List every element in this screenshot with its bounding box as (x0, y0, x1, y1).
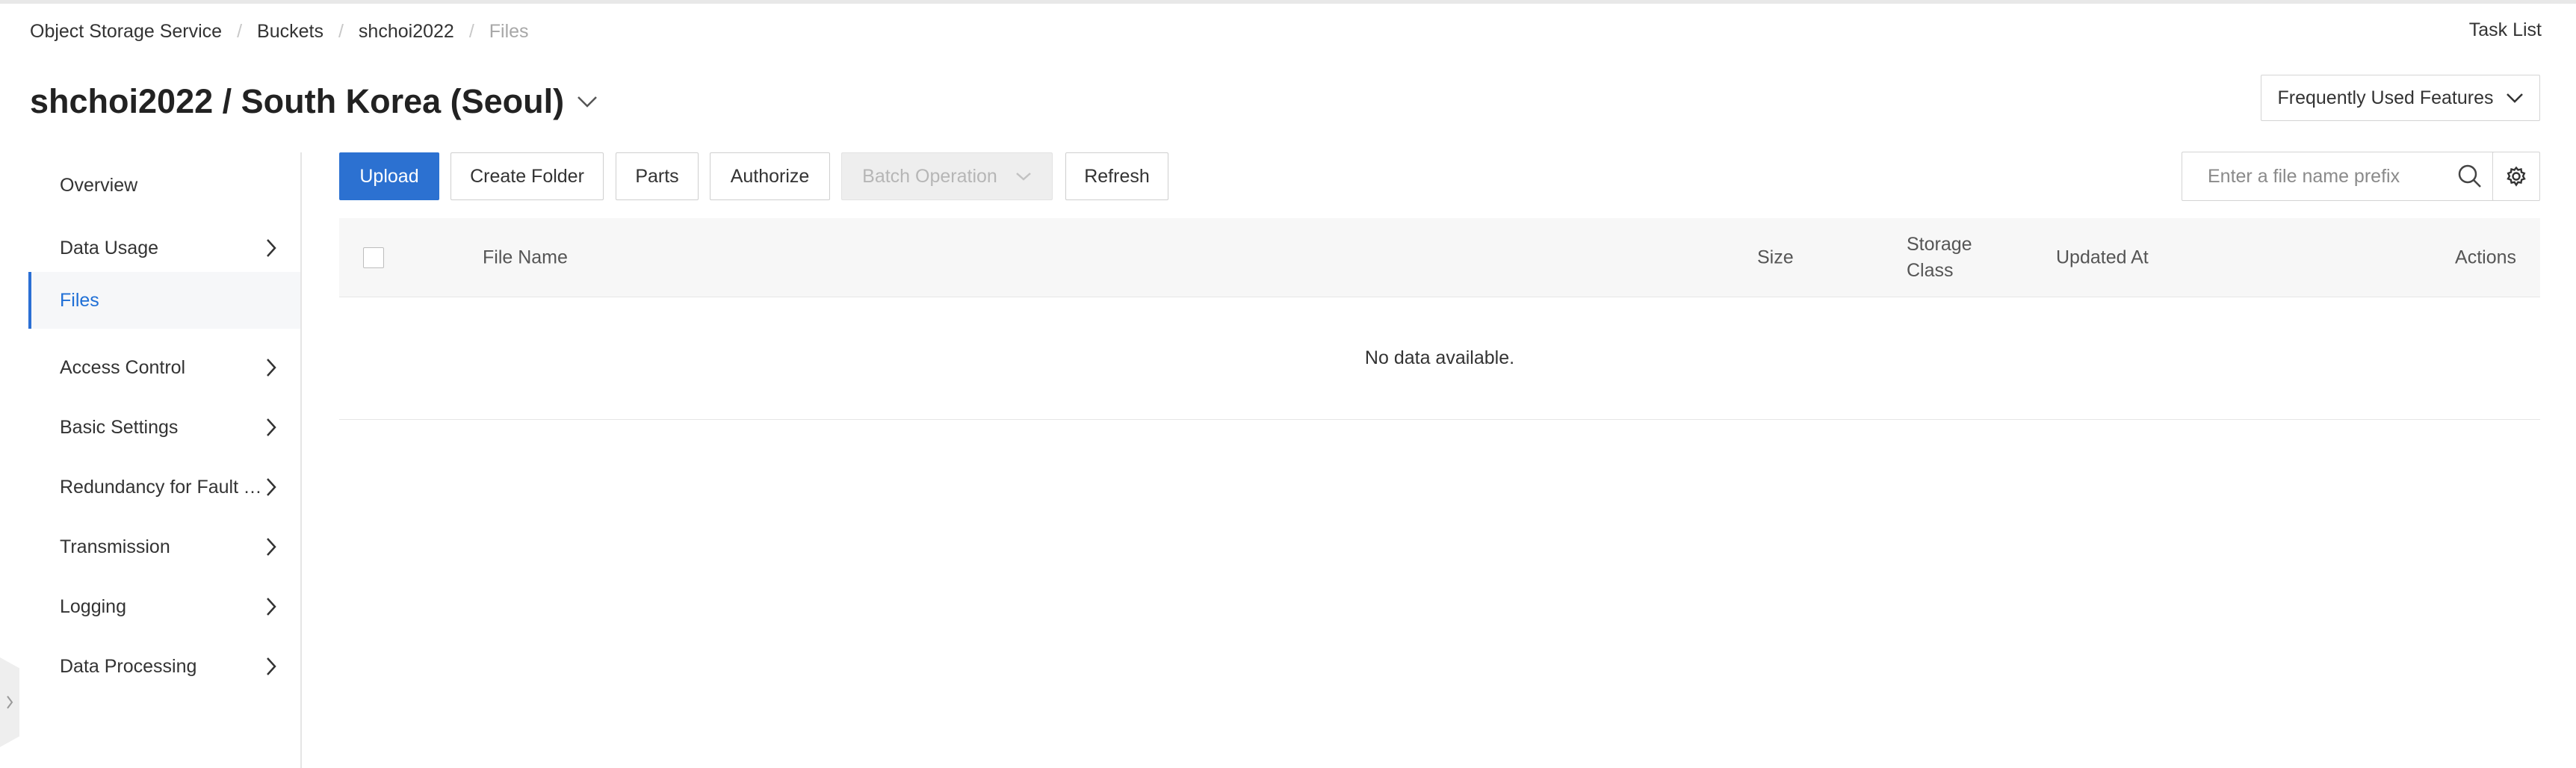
batch-operation-label: Batch Operation (862, 165, 997, 187)
table-header: File Name Size Storage Class Updated At … (339, 218, 2540, 297)
column-header-actions: Actions (2455, 247, 2516, 267)
chevron-right-icon (266, 537, 276, 557)
table-empty-state: No data available. (339, 297, 2540, 420)
sidebar-item-label: Basic Settings (60, 416, 179, 438)
sidebar-collapse-toggle[interactable] (0, 657, 19, 747)
sidebar-item-label: Transmission (60, 536, 170, 557)
sidebar-item-data-usage[interactable]: Data Usage (28, 220, 300, 276)
chevron-right-icon (7, 696, 13, 709)
column-header-size: Size (1757, 247, 1794, 267)
chevron-right-icon (266, 238, 276, 258)
frequently-used-features-label: Frequently Used Features (2277, 87, 2494, 108)
chevron-down-icon (2506, 93, 2523, 103)
chevron-down-icon[interactable] (576, 95, 598, 108)
search-box (2182, 152, 2497, 201)
sidebar-item-label: Data Processing (60, 655, 197, 677)
sidebar-item-data-processing[interactable]: Data Processing (28, 638, 300, 695)
refresh-button[interactable]: Refresh (1065, 152, 1168, 200)
chevron-right-icon (266, 358, 276, 377)
gear-icon (2507, 166, 2526, 187)
breadcrumb-buckets[interactable]: Buckets (257, 21, 323, 43)
authorize-button[interactable]: Authorize (710, 152, 830, 200)
column-header-storage-class-line: Storage (1907, 233, 1972, 255)
sidebar-item-transmission[interactable]: Transmission (28, 518, 300, 575)
chevron-right-icon (266, 477, 276, 497)
table-settings-button[interactable] (2492, 152, 2540, 201)
sidebar-item-label: Data Usage (60, 237, 159, 258)
sidebar-item-access-control[interactable]: Access Control (28, 339, 300, 396)
chevron-down-icon (1015, 173, 1031, 181)
sidebar-item-overview[interactable]: Overview (28, 157, 300, 214)
breadcrumb-separator: / (237, 20, 243, 42)
sidebar-item-label: Overview (60, 174, 138, 196)
frequently-used-features-button[interactable]: Frequently Used Features (2261, 75, 2540, 121)
top-divider (0, 0, 2576, 4)
file-prefix-search-input[interactable] (2206, 164, 2453, 188)
column-header-storage-class-line: Class (1907, 259, 1954, 281)
parts-button[interactable]: Parts (616, 152, 699, 200)
select-all-checkbox[interactable] (363, 247, 384, 268)
upload-button[interactable]: Upload (339, 152, 439, 200)
breadcrumb-separator: / (338, 20, 344, 42)
chevron-right-icon (266, 418, 276, 437)
task-list-link[interactable]: Task List (2469, 19, 2542, 41)
chevron-right-icon (266, 597, 276, 616)
breadcrumb-separator: / (468, 20, 474, 42)
create-folder-button[interactable]: Create Folder (451, 152, 604, 200)
sidebar-item-files[interactable]: Files (28, 272, 300, 329)
batch-operation-button[interactable]: Batch Operation (841, 152, 1053, 200)
sidebar-item-redundancy[interactable]: Redundancy for Fault Tolerance (28, 459, 300, 515)
column-header-storage-class: Storage Class (1907, 232, 1972, 284)
page-title: shchoi2022 / South Korea (Seoul) (30, 79, 598, 124)
sidebar-item-label: Redundancy for Fault Tolerance (60, 476, 269, 498)
sidebar-item-label: Files (60, 289, 99, 311)
column-header-updated-at: Updated At (2056, 247, 2149, 267)
sidebar: Overview Data Usage Files Access Control… (28, 152, 302, 768)
search-icon[interactable] (2457, 164, 2483, 189)
breadcrumb-oss[interactable]: Object Storage Service (30, 21, 222, 43)
page-title-text: shchoi2022 / South Korea (Seoul) (30, 82, 565, 120)
chevron-right-icon (266, 657, 276, 676)
breadcrumb-files: Files (489, 20, 529, 42)
breadcrumb-bucket[interactable]: shchoi2022 (359, 21, 454, 43)
sidebar-item-label: Access Control (60, 356, 186, 378)
sidebar-item-logging[interactable]: Logging (28, 578, 300, 635)
sidebar-item-label: Logging (60, 595, 126, 617)
column-header-file-name: File Name (483, 247, 568, 267)
breadcrumb: Object Storage Service / Buckets / shcho… (30, 16, 529, 46)
sidebar-item-basic-settings[interactable]: Basic Settings (28, 399, 300, 456)
